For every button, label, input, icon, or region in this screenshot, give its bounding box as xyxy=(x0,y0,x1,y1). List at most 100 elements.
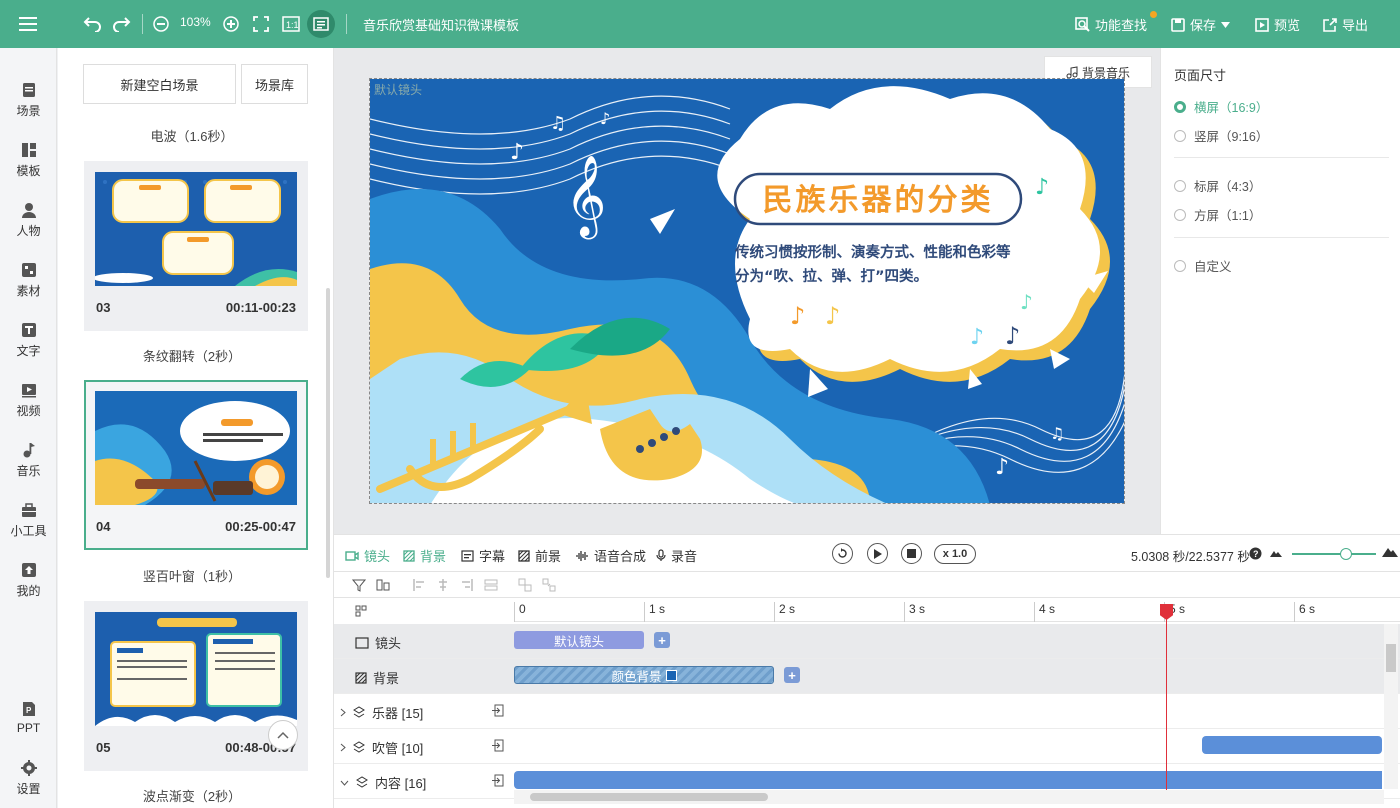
distribute-icon[interactable] xyxy=(484,578,498,592)
scene-card-active[interactable]: 04 00:25-00:47 xyxy=(84,380,308,550)
ungroup-icon[interactable] xyxy=(542,578,556,592)
track-row-group: 乐器 [15] xyxy=(334,694,1400,729)
material-icon xyxy=(21,262,36,277)
group-icon[interactable] xyxy=(518,578,532,592)
tab-foreground[interactable]: 前景 xyxy=(518,546,561,565)
nav-item-toolbox[interactable]: 小工具 xyxy=(0,494,57,546)
document-title[interactable]: 音乐欣赏基础知识微课模板 xyxy=(363,15,519,34)
scroll-top-button[interactable] xyxy=(268,720,298,750)
zoom-out-icon[interactable] xyxy=(152,12,170,36)
background-clip[interactable]: 颜色背景 xyxy=(514,666,774,684)
foreground-icon xyxy=(518,549,530,562)
chevron-up-icon xyxy=(277,731,289,739)
expand-icon[interactable] xyxy=(491,704,504,717)
expand-icon[interactable] xyxy=(491,774,504,787)
expand-icon[interactable] xyxy=(491,739,504,752)
svg-text:♫: ♫ xyxy=(1050,424,1064,443)
transition-label[interactable]: 电波（1.6秒） xyxy=(58,126,326,145)
nav-item-template[interactable]: 模板 xyxy=(0,134,57,186)
nav-item-mine[interactable]: 我的 xyxy=(0,554,57,606)
zoom-in-timeline-icon[interactable] xyxy=(1382,547,1398,557)
tab-background[interactable]: 背景 xyxy=(403,546,446,565)
tick-label: 2 s xyxy=(774,602,795,622)
tab-camera[interactable]: 镜头 xyxy=(345,546,390,565)
menu-icon[interactable] xyxy=(0,0,56,48)
play-button[interactable] xyxy=(867,543,888,564)
preview-button[interactable]: 预览 xyxy=(1255,15,1300,34)
align-left-icon[interactable] xyxy=(412,578,426,592)
tab-subtitle[interactable]: 字幕 xyxy=(461,546,505,565)
nav-item-music[interactable]: 音乐 xyxy=(0,434,57,486)
export-button[interactable]: 导出 xyxy=(1323,15,1368,34)
svg-text:♪: ♪ xyxy=(995,455,1009,480)
nav-item-video[interactable]: 视频 xyxy=(0,374,57,426)
scenes-scrollbar[interactable] xyxy=(326,288,330,578)
timeline-vertical-scrollbar[interactable] xyxy=(1384,624,1398,789)
nav-item-scene[interactable]: 场景 xyxy=(0,74,57,126)
speed-button[interactable]: x 1.0 xyxy=(934,544,976,564)
new-blank-scene-button[interactable]: 新建空白场景 xyxy=(83,64,236,104)
subtitle-icon xyxy=(461,549,474,562)
nav-item-ppt[interactable]: P PPT xyxy=(0,692,57,744)
transition-label[interactable]: 条纹翻转（2秒） xyxy=(58,346,326,365)
color-swatch xyxy=(665,669,677,681)
replay-button[interactable] xyxy=(832,543,853,564)
actual-size-icon[interactable]: 1:1 xyxy=(282,12,300,36)
track-row-group: 吹管 [10] xyxy=(334,729,1400,764)
fit-screen-icon[interactable] xyxy=(252,12,270,36)
option-custom[interactable]: 自定义 xyxy=(1174,256,1232,275)
add-camera-button[interactable]: + xyxy=(654,632,670,648)
undo-icon[interactable] xyxy=(82,12,102,36)
help-icon[interactable]: ? xyxy=(1249,547,1262,560)
scene-library-button[interactable]: 场景库 xyxy=(241,64,308,104)
nav-item-text[interactable]: 文字 xyxy=(0,314,57,366)
tab-tts[interactable]: 语音合成 xyxy=(575,546,646,565)
align-right-icon[interactable] xyxy=(460,578,474,592)
option-standard[interactable]: 标屏（4:3） xyxy=(1174,176,1261,195)
redo-icon[interactable] xyxy=(112,12,132,36)
transition-label[interactable]: 波点渐变（2秒） xyxy=(58,786,326,805)
layers-icon[interactable] xyxy=(355,605,367,617)
time-ruler[interactable]: 0 1 s 2 s 3 s 4 s 5 s 6 s xyxy=(514,598,1400,622)
save-button[interactable]: 保存 xyxy=(1171,15,1231,34)
scene-thumbnail xyxy=(95,172,297,286)
feature-search-button[interactable]: 功能查找 xyxy=(1075,15,1147,34)
zoom-in-icon[interactable] xyxy=(222,12,240,36)
group-layer-icon xyxy=(356,776,368,788)
timecode: 5.0308 秒/22.5377 秒 xyxy=(1131,550,1250,564)
timeline-zoom-slider[interactable] xyxy=(1292,553,1376,555)
option-landscape[interactable]: 横屏（16:9） xyxy=(1174,97,1268,116)
arrange-icon[interactable] xyxy=(376,578,390,592)
tab-record[interactable]: 录音 xyxy=(656,546,697,565)
group-layer-icon xyxy=(353,706,365,718)
slide-canvas[interactable]: 默认镜头 民族乐器的分类 传统习惯按形制、演奏方式、性能和色彩等 分为“吹、拉、… xyxy=(369,78,1125,504)
timeline-horizontal-scrollbar[interactable] xyxy=(514,790,1384,804)
video-icon xyxy=(21,383,36,397)
nav-item-material[interactable]: 素材 xyxy=(0,254,57,306)
add-background-button[interactable]: + xyxy=(784,667,800,683)
scene-card[interactable]: 03 00:11-00:23 xyxy=(84,161,308,331)
track-clip[interactable] xyxy=(514,771,1382,789)
upload-icon xyxy=(21,562,36,577)
filter-icon[interactable] xyxy=(352,578,366,592)
timeline-zoom-knob[interactable] xyxy=(1340,548,1352,560)
timeline-toolbar: 镜头 背景 字幕 前景 语音合成 录音 x 1.0 5.0308 秒/22.53… xyxy=(334,534,1400,572)
gear-icon xyxy=(20,759,37,776)
option-portrait[interactable]: 竖屏（9:16） xyxy=(1174,126,1268,145)
panel-heading: 页面尺寸 xyxy=(1174,68,1227,83)
stop-button[interactable] xyxy=(901,543,922,564)
nav-item-settings[interactable]: 设置 xyxy=(0,752,57,804)
track-clip[interactable] xyxy=(1202,736,1382,754)
slide-title: 民族乐器的分类 xyxy=(763,183,994,218)
slide-body-1: 传统习惯按形制、演奏方式、性能和色彩等 xyxy=(734,243,1011,261)
zoom-level: 103% xyxy=(180,15,211,29)
nav-item-person[interactable]: 人物 xyxy=(0,194,57,246)
text-icon xyxy=(21,322,36,337)
playhead[interactable] xyxy=(1166,604,1167,794)
transition-label[interactable]: 竖百叶窗（1秒） xyxy=(58,566,326,585)
option-square[interactable]: 方屏（1:1） xyxy=(1174,205,1261,224)
camera-clip[interactable]: 默认镜头 xyxy=(514,631,644,649)
align-center-icon[interactable] xyxy=(436,578,450,592)
grid-view-icon[interactable] xyxy=(307,10,335,38)
zoom-out-timeline-icon[interactable] xyxy=(1270,549,1282,557)
